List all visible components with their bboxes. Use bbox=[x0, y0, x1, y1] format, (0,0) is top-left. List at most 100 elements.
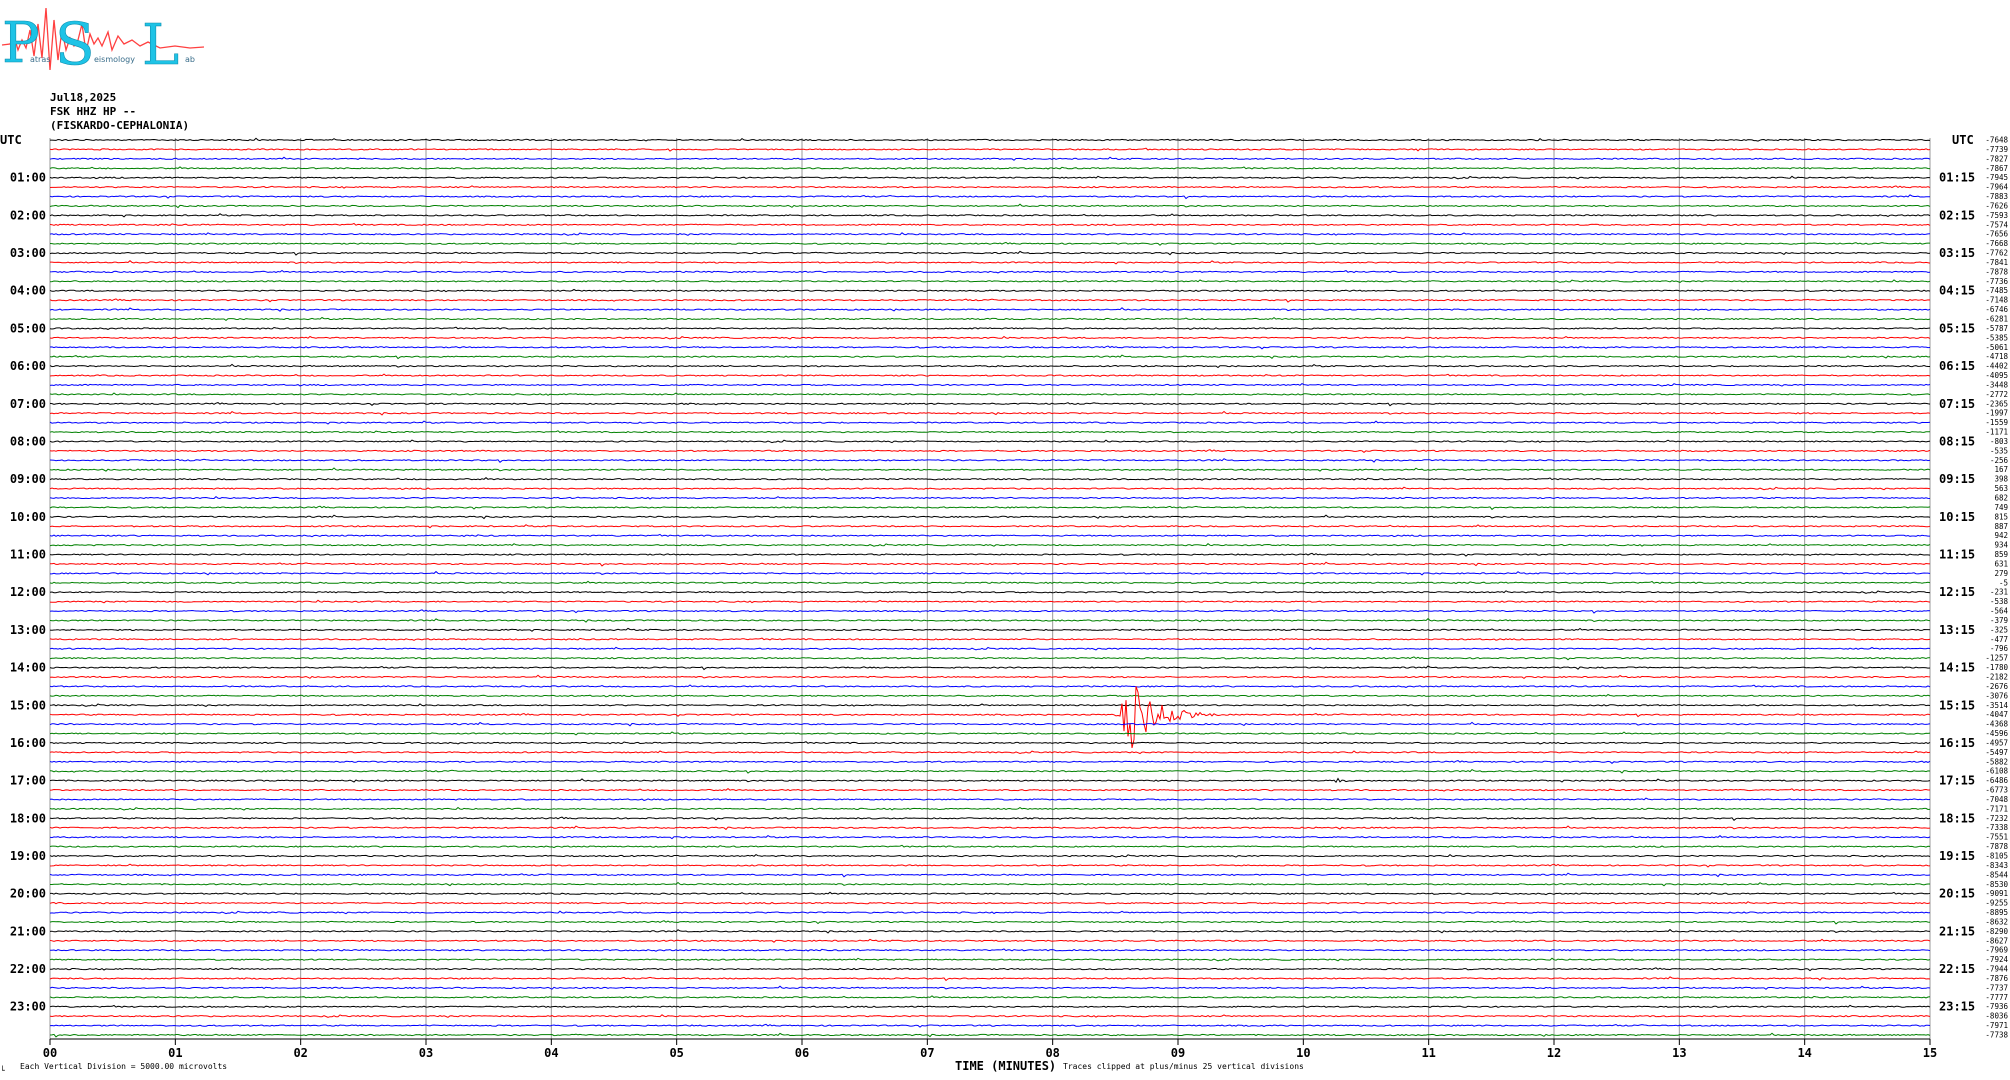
trace-23 bbox=[49, 354, 1931, 360]
trace-41 bbox=[49, 524, 1931, 529]
trace-95 bbox=[49, 1032, 1931, 1038]
trace-86 bbox=[50, 948, 1931, 952]
trace-70 bbox=[49, 797, 1931, 801]
trace-offset-label: -8530 bbox=[1985, 880, 2008, 889]
hour-label-left: 01:00 bbox=[10, 171, 46, 185]
trace-offset-label: -1257 bbox=[1985, 654, 2008, 663]
right-hour-axis: UTC 01:15 02:15 03:15 04:15 05:15 06:15 07:15 08… bbox=[1939, 133, 1975, 1014]
trace-2 bbox=[49, 156, 1931, 161]
trace-offset-label: -7485 bbox=[1985, 286, 2008, 295]
trace-offset-label: -7738 bbox=[1985, 1031, 2008, 1040]
trace-49 bbox=[49, 599, 1931, 604]
trace-38 bbox=[49, 495, 1931, 500]
hour-label-right: 18:15 bbox=[1939, 811, 1975, 825]
trace-offset-label: -7777 bbox=[1985, 993, 2008, 1002]
trace-offset-label: -564 bbox=[1990, 607, 2009, 616]
trace-offset-label: -8544 bbox=[1985, 870, 2008, 879]
trace-47 bbox=[49, 580, 1931, 585]
hour-label-left: 14:00 bbox=[10, 661, 46, 675]
trace-5 bbox=[49, 185, 1931, 189]
left-hour-axis: UTC 01:00 02:00 03:00 04:00 05:00 06:00 07:00 08… bbox=[0, 133, 46, 1014]
trace-52 bbox=[49, 627, 1931, 632]
trace-91 bbox=[49, 995, 1931, 999]
trace-25 bbox=[49, 373, 1931, 378]
hour-label-left: 12:00 bbox=[10, 585, 46, 599]
trace-77 bbox=[49, 863, 1931, 868]
hour-label-right: 23:15 bbox=[1939, 1000, 1975, 1014]
trace-90 bbox=[49, 985, 1931, 990]
trace-80 bbox=[50, 891, 1931, 896]
trace-63 bbox=[49, 731, 1931, 736]
trace-offset-label: -256 bbox=[1990, 456, 2009, 465]
hour-label-left: 02:00 bbox=[10, 208, 46, 222]
time-tick-label: 01 bbox=[168, 1046, 182, 1060]
hour-label-left: 19:00 bbox=[10, 849, 46, 863]
trace-offset-label: -3448 bbox=[1985, 380, 2008, 389]
hour-label-right: 04:15 bbox=[1939, 284, 1975, 298]
trace-offset-label: 815 bbox=[1994, 512, 2008, 521]
trace-73 bbox=[49, 825, 1931, 831]
hour-label-left: 13:00 bbox=[10, 623, 46, 637]
trace-50 bbox=[49, 609, 1931, 614]
hour-label-right: 10:15 bbox=[1939, 510, 1975, 524]
hour-label-right: 21:15 bbox=[1939, 924, 1975, 938]
trace-offset-label: -803 bbox=[1990, 437, 2008, 446]
trace-offset-label: -1997 bbox=[1985, 409, 2008, 418]
trace-offset-label: -7171 bbox=[1985, 804, 2008, 813]
trace-offset-label: -1780 bbox=[1985, 663, 2008, 672]
trace-75 bbox=[49, 844, 1931, 849]
trace-offset-label: -7762 bbox=[1985, 249, 2008, 258]
trace-55 bbox=[49, 656, 1931, 661]
trace-offset-label: -9255 bbox=[1985, 899, 2008, 908]
trace-20 bbox=[49, 326, 1931, 330]
trace-offset-label: -8627 bbox=[1985, 936, 2008, 945]
trace-8 bbox=[49, 213, 1931, 218]
trace-57 bbox=[49, 674, 1931, 680]
trace-65 bbox=[49, 750, 1931, 755]
trace-offset-label: -7876 bbox=[1985, 974, 2008, 983]
trace-71 bbox=[49, 806, 1931, 811]
hour-label-left: 07:00 bbox=[10, 397, 46, 411]
hour-label-left: 04:00 bbox=[10, 284, 46, 298]
trace-offset-label: -4047 bbox=[1985, 710, 2008, 719]
hour-label-right: 17:15 bbox=[1939, 774, 1975, 788]
trace-offset-label: 887 bbox=[1994, 522, 2008, 531]
trace-35 bbox=[49, 467, 1931, 472]
trace-31 bbox=[49, 430, 1930, 434]
time-tick-label: 15 bbox=[1923, 1046, 1937, 1060]
trace-offset-label: -2365 bbox=[1985, 399, 2008, 408]
trace-11 bbox=[49, 241, 1930, 246]
trace-offset-label: -7883 bbox=[1985, 192, 2008, 201]
right-axis-header: UTC bbox=[1952, 133, 1974, 147]
hour-label-right: 11:15 bbox=[1939, 548, 1975, 562]
trace-84 bbox=[49, 928, 1931, 934]
trace-offset-label: -7148 bbox=[1985, 296, 2008, 305]
trace-offset-label: 859 bbox=[1994, 550, 2008, 559]
hour-label-right: 02:15 bbox=[1939, 208, 1975, 222]
time-tick-label: 10 bbox=[1296, 1046, 1310, 1060]
trace-offset-label: -2772 bbox=[1985, 390, 2008, 399]
trace-36 bbox=[49, 477, 1931, 481]
trace-offset-label: -1171 bbox=[1985, 428, 2008, 437]
trace-offset-label: -5385 bbox=[1985, 333, 2008, 342]
trace-offset-label: -5 bbox=[1999, 578, 2008, 587]
trace-51 bbox=[49, 618, 1931, 623]
trace-offset-label: -2676 bbox=[1985, 682, 2008, 691]
trace-offset-label: -7971 bbox=[1985, 1021, 2008, 1030]
trace-17 bbox=[49, 298, 1931, 303]
trace-offset-label: -6773 bbox=[1985, 786, 2008, 795]
seismic-traces bbox=[49, 137, 1931, 1038]
trace-offset-labels: -7648-7739-7827-7867-7945-7964-7883-7626… bbox=[1985, 136, 2008, 1040]
hour-label-right: 16:15 bbox=[1939, 736, 1975, 750]
trace-32 bbox=[49, 439, 1931, 444]
trace-offset-label: -9091 bbox=[1985, 889, 2008, 898]
trace-69 bbox=[49, 787, 1930, 792]
helicorder-plot: UTC 01:00 02:00 03:00 04:00 05:00 06:00 07:00 08… bbox=[0, 133, 2008, 1075]
trace-92 bbox=[49, 1004, 1931, 1009]
trace-94 bbox=[49, 1023, 1931, 1028]
trace-offset-label: -6486 bbox=[1985, 776, 2008, 785]
trace-offset-label: -379 bbox=[1990, 616, 2008, 625]
hour-label-left: 20:00 bbox=[10, 887, 46, 901]
trace-offset-label: -477 bbox=[1990, 635, 2008, 644]
trace-29 bbox=[49, 410, 1931, 416]
